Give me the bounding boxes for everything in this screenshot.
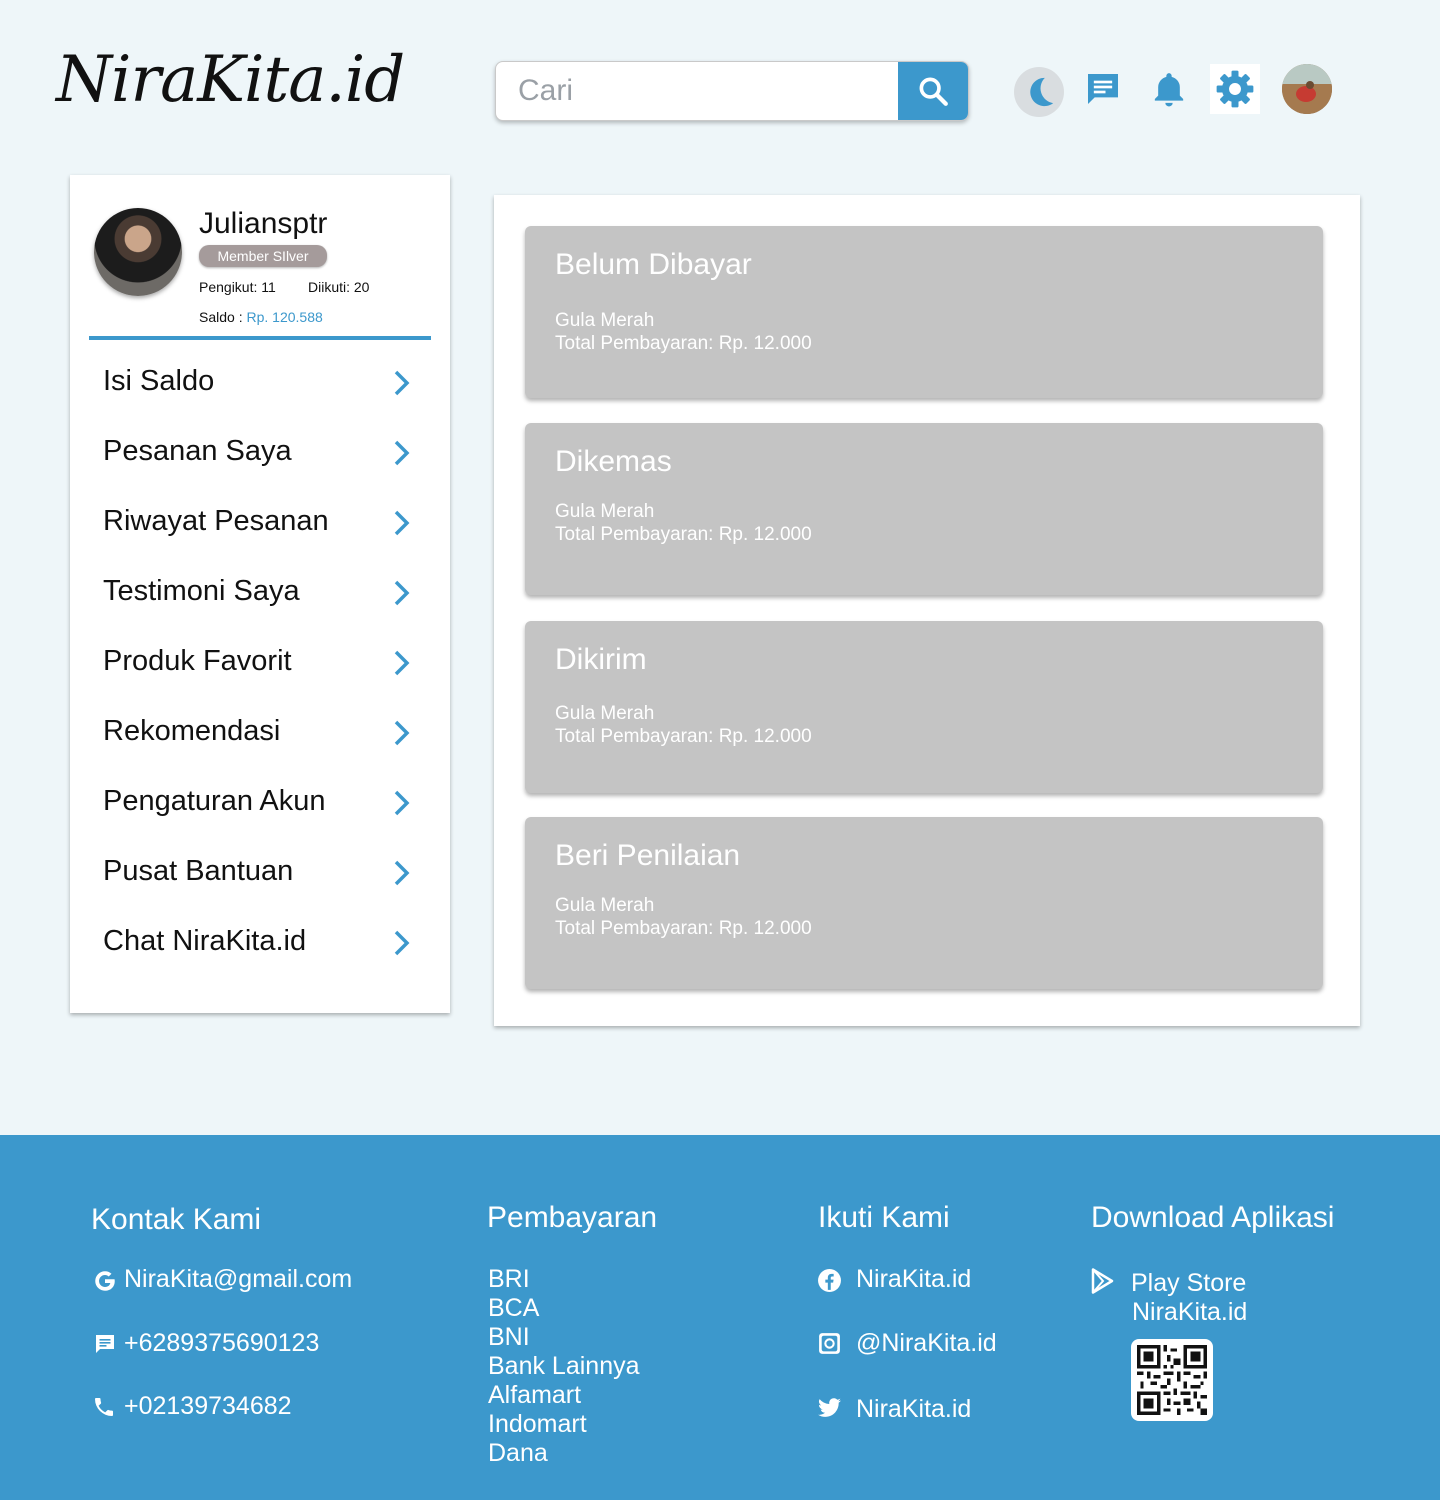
gear-icon xyxy=(1216,70,1254,108)
menu-item-label: Produk Favorit xyxy=(103,645,292,677)
menu-item-pesanan-saya[interactable]: Pesanan Saya xyxy=(70,425,450,481)
chevron-right-icon xyxy=(394,370,410,396)
order-status: Beri Penilaian xyxy=(555,839,741,872)
footer-heading-download: Download Aplikasi xyxy=(1091,1201,1335,1234)
menu-item-label: Pengaturan Akun xyxy=(103,785,326,817)
messages-button[interactable] xyxy=(1078,64,1128,114)
twitter-icon xyxy=(818,1398,841,1417)
order-total: Total Pembayaran: Rp. 12.000 xyxy=(555,918,812,939)
balance: Saldo : Rp. 120.588 xyxy=(199,309,323,325)
member-badge: Member SIlver xyxy=(199,245,327,267)
order-total: Total Pembayaran: Rp. 12.000 xyxy=(555,524,812,545)
footer-heading-follow: Ikuti Kami xyxy=(818,1201,950,1234)
phone-icon xyxy=(95,1398,113,1416)
contact-email[interactable]: NiraKita@gmail.com xyxy=(124,1265,352,1294)
menu-item-rekomendasi[interactable]: Rekomendasi xyxy=(70,705,450,761)
chevron-right-icon xyxy=(394,580,410,606)
orders-panel: Belum Dibayar Gula Merah Total Pembayara… xyxy=(494,195,1360,1026)
order-total: Total Pembayaran: Rp. 12.000 xyxy=(555,333,812,354)
play-store-icon xyxy=(1091,1268,1114,1294)
balance-value: Rp. 120.588 xyxy=(246,309,323,325)
menu-item-label: Rekomendasi xyxy=(103,715,281,747)
chevron-right-icon xyxy=(394,440,410,466)
bell-icon xyxy=(1154,73,1184,107)
order-card-belum-dibayar[interactable]: Belum Dibayar Gula Merah Total Pembayara… xyxy=(525,226,1323,398)
facebook-link[interactable]: NiraKita.id xyxy=(856,1265,971,1294)
menu-item-pengaturan-akun[interactable]: Pengaturan Akun xyxy=(70,775,450,831)
order-status: Dikemas xyxy=(555,445,672,478)
payment-item: Indomart xyxy=(488,1410,587,1438)
chevron-right-icon xyxy=(394,790,410,816)
payment-list: BRI BCA BNI Bank Lainnya Alfamart Indoma… xyxy=(488,1265,640,1468)
profile-avatar[interactable] xyxy=(94,208,182,296)
contact-phone[interactable]: +02139734682 xyxy=(124,1392,292,1421)
menu-item-produk-favorit[interactable]: Produk Favorit xyxy=(70,635,450,691)
payment-item: BNI xyxy=(488,1323,530,1351)
payment-item: Bank Lainnya xyxy=(488,1352,640,1380)
balance-label: Saldo : xyxy=(199,309,247,325)
notifications-button[interactable] xyxy=(1144,64,1194,114)
profile-name: Juliansptr xyxy=(199,207,328,240)
order-product: Gula Merah xyxy=(555,703,655,724)
twitter-link[interactable]: NiraKita.id xyxy=(856,1395,971,1424)
order-status: Dikirim xyxy=(555,643,647,676)
menu-item-label: Isi Saldo xyxy=(103,365,215,397)
settings-button[interactable] xyxy=(1210,64,1260,114)
following-count[interactable]: Diikuti: 20 xyxy=(308,279,369,295)
instagram-icon xyxy=(819,1333,840,1354)
profile-divider xyxy=(89,336,431,340)
chevron-right-icon xyxy=(394,930,410,956)
menu-item-label: Riwayat Pesanan xyxy=(103,505,329,537)
play-store-link[interactable]: Play Store xyxy=(1131,1269,1246,1298)
followers-count[interactable]: Pengikut: 11 xyxy=(199,279,276,295)
chevron-right-icon xyxy=(394,860,410,886)
menu-item-testimoni-saya[interactable]: Testimoni Saya xyxy=(70,565,450,621)
search-icon xyxy=(919,77,948,106)
sms-icon xyxy=(96,1335,114,1353)
play-store-app-name[interactable]: NiraKita.id xyxy=(1132,1298,1247,1327)
menu-item-riwayat-pesanan[interactable]: Riwayat Pesanan xyxy=(70,495,450,551)
facebook-icon xyxy=(818,1269,841,1292)
order-card-dikemas[interactable]: Dikemas Gula Merah Total Pembayaran: Rp.… xyxy=(525,423,1323,595)
order-product: Gula Merah xyxy=(555,310,655,331)
menu-item-label: Pesanan Saya xyxy=(103,435,292,467)
search-button[interactable] xyxy=(898,62,968,120)
order-total: Total Pembayaran: Rp. 12.000 xyxy=(555,726,812,747)
account-avatar[interactable] xyxy=(1282,64,1332,114)
site-logo[interactable]: NiraKita.id xyxy=(56,48,405,112)
chat-icon xyxy=(1088,74,1118,104)
avatar xyxy=(1282,64,1332,114)
menu-item-isi-saldo[interactable]: Isi Saldo xyxy=(70,355,450,411)
menu-item-label: Chat NiraKita.id xyxy=(103,925,307,957)
moon-icon xyxy=(1030,77,1054,107)
qr-code[interactable] xyxy=(1131,1339,1213,1421)
chevron-right-icon xyxy=(394,510,410,536)
payment-item: BRI xyxy=(488,1265,530,1293)
footer-heading-contact: Kontak Kami xyxy=(91,1203,262,1236)
search-input[interactable] xyxy=(496,62,900,120)
menu-item-pusat-bantuan[interactable]: Pusat Bantuan xyxy=(70,845,450,901)
site-footer: Kontak Kami NiraKita@gmail.com +62893756… xyxy=(0,1135,1440,1500)
menu-item-label: Testimoni Saya xyxy=(103,575,300,607)
chevron-right-icon xyxy=(394,650,410,676)
payment-item: BCA xyxy=(488,1294,540,1322)
menu-item-chat-nirakita[interactable]: Chat NiraKita.id xyxy=(70,915,450,971)
order-card-dikirim[interactable]: Dikirim Gula Merah Total Pembayaran: Rp.… xyxy=(525,621,1323,793)
payment-item: Alfamart xyxy=(488,1381,582,1409)
dark-mode-toggle[interactable] xyxy=(1014,67,1064,117)
menu-item-label: Pusat Bantuan xyxy=(103,855,294,887)
qr-code-icon xyxy=(1137,1345,1207,1415)
google-icon xyxy=(95,1271,115,1291)
order-status: Belum Dibayar xyxy=(555,248,752,281)
order-card-beri-penilaian[interactable]: Beri Penilaian Gula Merah Total Pembayar… xyxy=(525,817,1323,989)
chevron-right-icon xyxy=(394,720,410,746)
search-bar xyxy=(495,61,969,121)
profile-sidebar: Juliansptr Member SIlver Pengikut: 11 Di… xyxy=(70,175,450,1013)
order-product: Gula Merah xyxy=(555,895,655,916)
footer-heading-payment: Pembayaran xyxy=(487,1201,658,1234)
order-product: Gula Merah xyxy=(555,501,655,522)
contact-sms[interactable]: +6289375690123 xyxy=(124,1329,319,1358)
payment-item: Dana xyxy=(488,1439,548,1467)
instagram-link[interactable]: @NiraKita.id xyxy=(856,1329,997,1358)
